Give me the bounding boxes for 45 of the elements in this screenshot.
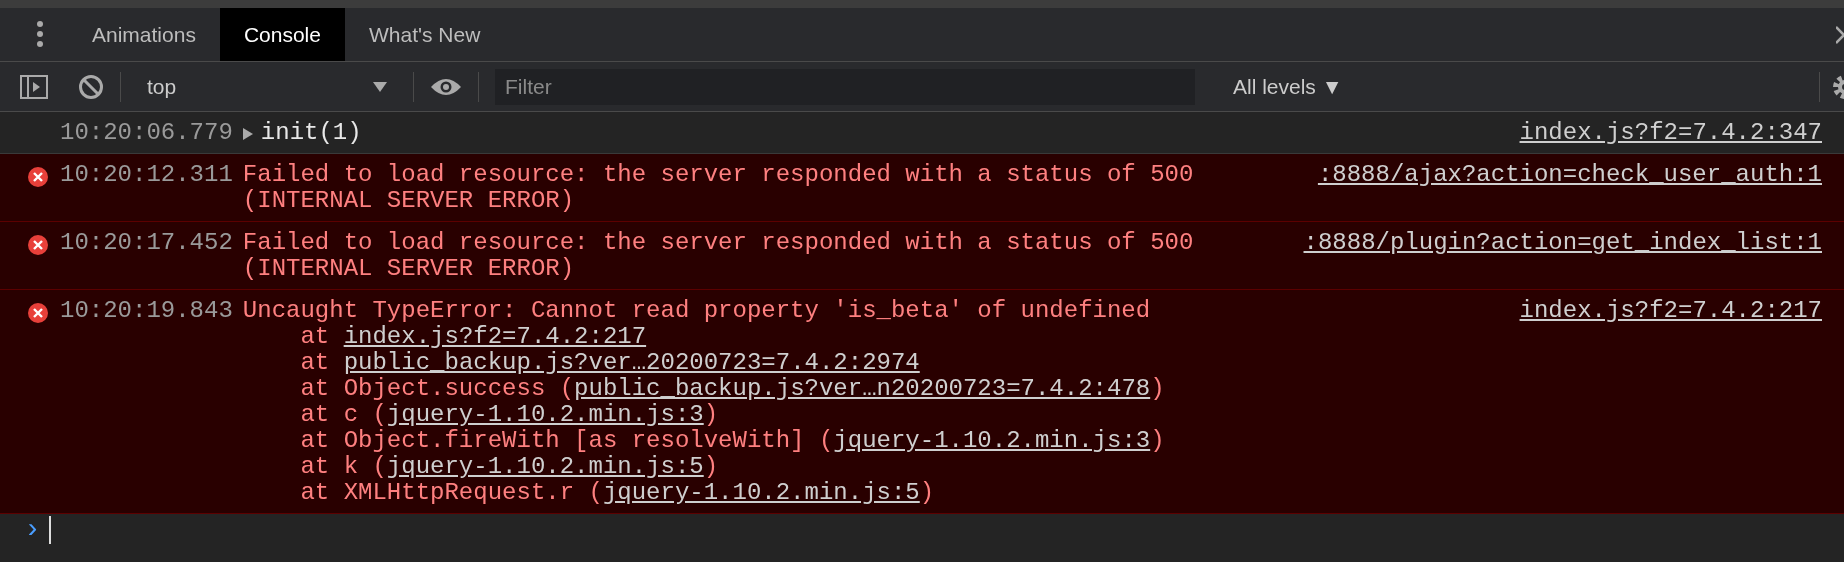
tab[interactable]: Console [219,8,345,61]
context-dropdown[interactable]: top [137,70,397,103]
stack-frame: at index.js?f2=7.4.2:217 [242,324,1520,350]
message-text: Failed to load resource: the server responded with a status of 500 (INTERNAL SERVER ERROR) [242,230,1195,282]
expand-arrow-icon[interactable] [242,128,253,140]
clear-console-icon[interactable] [78,73,104,100]
timestamp: 10:20:19.843 [60,298,233,326]
more-options-icon[interactable] [36,21,44,47]
levels-dropdown[interactable]: All levels ▼ [1227,69,1349,104]
stack-frame: at Object.success (public_backup.js?ver…n20200723=7.4.2:478) [242,376,1520,402]
message-text: Failed to load resource: the server responded with a status of 500 (INTERNAL SERVER ERROR) [242,162,1195,214]
stack-frame: at c (jquery-1.10.2.min.js:3) [242,402,1520,428]
prompt-icon: › [24,516,41,544]
source-link[interactable]: index.js?f2=7.4.2:217 [1519,298,1822,324]
source-link[interactable]: jquery-1.10.2.min.js:5 [386,453,704,480]
error-icon [28,302,48,323]
message-text: init(1) [260,120,363,146]
message-text: Uncaught TypeError: Cannot read property 'is_beta' of undefined [242,298,1152,324]
source-link[interactable]: public_backup.js?ver…20200723=7.4.2:2974 [343,349,920,376]
source-link[interactable]: index.js?f2=7.4.2:347 [1519,120,1822,146]
stack-frame: at Object.fireWith [as resolveWith] (jquery-1.10.2.min.js:3) [242,428,1520,454]
stack-frame: at k (jquery-1.10.2.min.js:5) [242,454,1520,480]
tab[interactable]: Animations [68,8,220,61]
stack-frame: at public_backup.js?ver…20200723=7.4.2:2974 [242,350,1520,376]
source-link[interactable]: :8888/plugin?action=get_index_list:1 [1303,230,1822,256]
source-link[interactable]: jquery-1.10.2.min.js:5 [602,479,920,506]
caret-icon [373,81,387,92]
close-icon[interactable] [1836,26,1844,44]
timestamp: 10:20:17.452 [60,230,233,258]
source-link[interactable]: jquery-1.10.2.min.js:3 [833,427,1151,454]
source-link[interactable]: public_backup.js?ver…n20200723=7.4.2:478 [574,375,1151,402]
filter-field[interactable]: Filter [495,68,1195,105]
source-link[interactable]: jquery-1.10.2.min.js:3 [386,401,704,428]
timestamp: 10:20:12.311 [60,162,233,190]
eye-icon[interactable] [430,76,462,97]
source-link[interactable]: :8888/ajax?action=check_user_auth:1 [1317,162,1822,188]
error-icon [28,234,48,255]
tab[interactable]: What's New [344,8,505,61]
settings-icon[interactable] [1832,73,1844,100]
source-link[interactable]: index.js?f2=7.4.2:217 [343,323,647,350]
timestamp: 10:20:06.779 [60,120,233,146]
error-icon [28,166,48,187]
text-cursor [48,516,51,544]
stack-frame: at XMLHttpRequest.r (jquery-1.10.2.min.js:5) [242,480,1520,506]
sidebar-toggle-icon[interactable] [20,74,48,99]
